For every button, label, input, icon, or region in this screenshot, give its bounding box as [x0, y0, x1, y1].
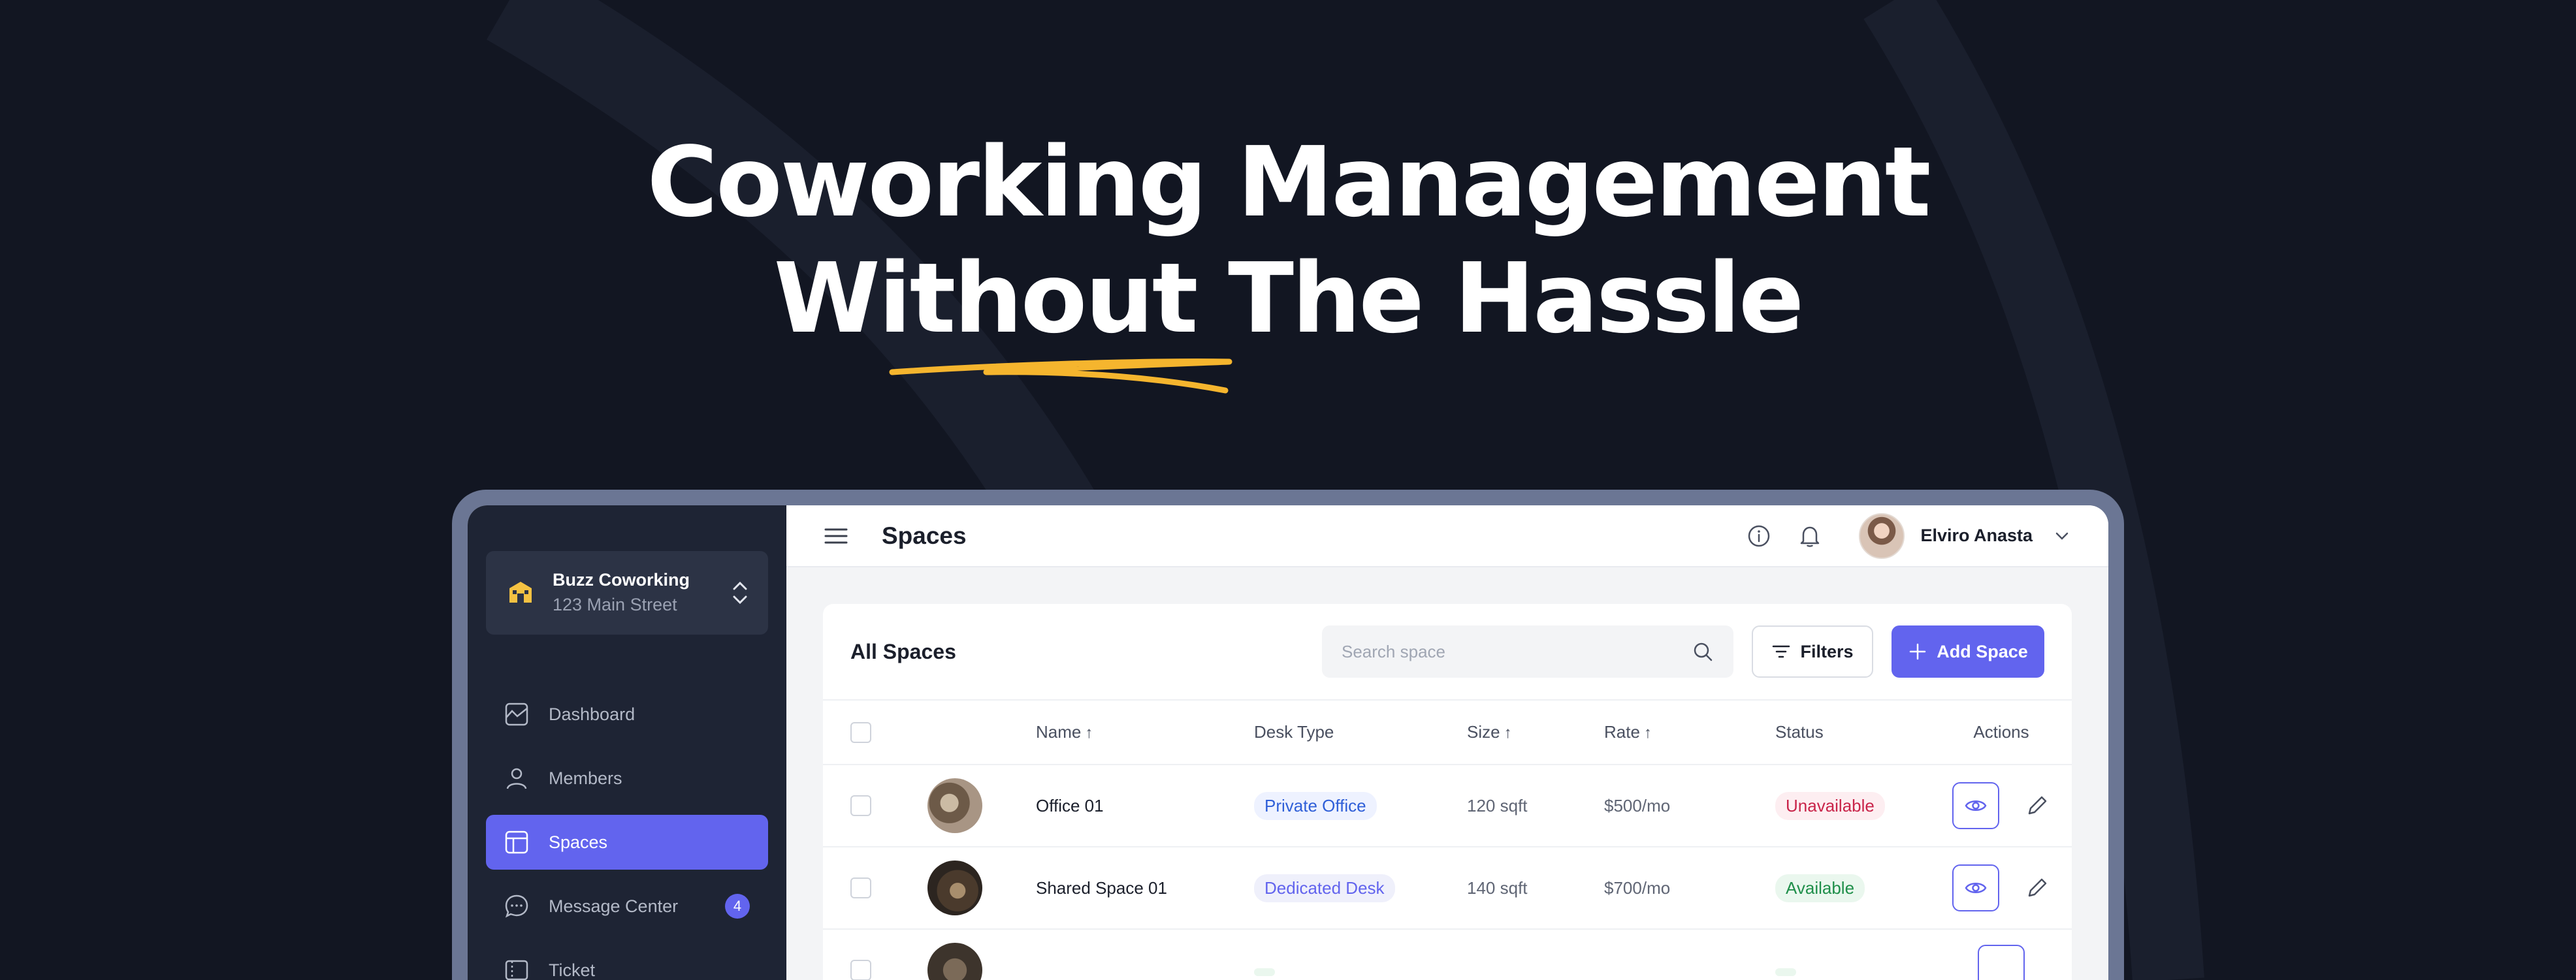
sidebar-nav: Dashboard Members Spaces Message Center … — [486, 687, 768, 980]
top-bar: Spaces Elviro Anasta — [786, 505, 2108, 567]
sidebar-item-label: Message Center — [549, 896, 679, 916]
row-checkbox[interactable] — [850, 877, 871, 898]
column-header-rate[interactable]: Rate ↑ — [1604, 701, 1775, 765]
sort-arrow-up-icon: ↑ — [1085, 724, 1093, 742]
main-panel: Spaces Elviro Anasta All Spaces Search s… — [786, 505, 2108, 980]
sidebar-item-label: Spaces — [549, 832, 608, 852]
sidebar: Buzz Coworking 123 Main Street Dashboard — [468, 505, 786, 980]
menu-icon[interactable] — [823, 523, 849, 549]
view-button[interactable] — [1978, 944, 2025, 980]
sidebar-item-message-center[interactable]: Message Center 4 — [486, 879, 768, 934]
spaces-table: Name ↑ Desk Type Size ↑ Rate ↑ Status Actio… — [823, 701, 2072, 980]
space-thumbnail — [927, 778, 982, 833]
chevron-down-icon[interactable] — [2052, 526, 2072, 546]
pencil-icon[interactable] — [2024, 793, 2050, 819]
chat-icon — [505, 894, 528, 918]
hero-line-2: Without The Hassle — [773, 242, 1805, 355]
hero-underline-stroke — [889, 358, 1232, 394]
app-window: Buzz Coworking 123 Main Street Dashboard — [468, 505, 2108, 980]
unread-badge: 4 — [725, 894, 750, 919]
user-name[interactable]: Elviro Anasta — [1920, 526, 2033, 546]
content-area: All Spaces Filters — [786, 567, 2108, 980]
desk-type-badge: Dedicated Desk — [1254, 874, 1395, 902]
column-header-status: Status — [1775, 701, 1931, 765]
user-icon — [506, 768, 527, 789]
space-size: 120 sqft — [1467, 765, 1604, 847]
status-badge — [1775, 968, 1796, 976]
workspace-address: 123 Main Street — [553, 595, 677, 614]
column-header-desk-type: Desk Type — [1254, 701, 1467, 765]
table-row: Shared Space 01 Dedicated Desk 140 sqft … — [823, 847, 2072, 930]
desk-type-badge — [1254, 968, 1275, 976]
table-row — [823, 929, 2072, 980]
space-size — [1467, 929, 1604, 980]
hero-line-1: Coworking Management — [647, 126, 1931, 238]
sidebar-item-dashboard[interactable]: Dashboard — [486, 687, 768, 742]
space-thumbnail — [927, 861, 982, 915]
sidebar-item-label: Members — [549, 768, 622, 788]
info-icon[interactable] — [1747, 524, 1771, 548]
sidebar-item-label: Dashboard — [549, 704, 636, 724]
view-button[interactable] — [1952, 782, 1999, 829]
spaces-card: All Spaces Filters — [823, 604, 2072, 980]
sidebar-item-label: Ticket — [549, 960, 596, 980]
page-title: Spaces — [882, 522, 967, 549]
plus-icon — [1909, 643, 1926, 660]
desk-type-badge: Private Office — [1254, 791, 1377, 820]
add-space-button[interactable]: Add Space — [1892, 625, 2044, 678]
select-all-checkbox[interactable] — [850, 721, 871, 743]
search-input[interactable] — [1342, 641, 1692, 662]
avatar[interactable] — [1859, 513, 1905, 559]
status-badge: Available — [1775, 874, 1865, 902]
column-header-name[interactable]: Name ↑ — [1036, 701, 1254, 765]
view-button[interactable] — [1952, 864, 1999, 911]
ticket-icon — [505, 960, 528, 980]
filters-label: Filters — [1800, 641, 1854, 661]
chart-icon — [505, 703, 528, 726]
add-space-label: Add Space — [1937, 641, 2028, 661]
space-rate: $500/mo — [1604, 765, 1775, 847]
card-header: All Spaces Filters — [823, 604, 2072, 701]
table-header-row: Name ↑ Desk Type Size ↑ Rate ↑ Status Actio… — [823, 701, 2072, 765]
space-size: 140 sqft — [1467, 847, 1604, 930]
eye-icon — [1965, 800, 1987, 811]
space-name: Shared Space 01 — [1036, 847, 1254, 930]
space-thumbnail — [927, 943, 982, 980]
workspace-name: Buzz Coworking — [553, 570, 690, 590]
table-row: Office 01 Private Office 120 sqft $500/m… — [823, 765, 2072, 847]
row-checkbox[interactable] — [850, 960, 871, 980]
chevron-up-down-icon — [733, 581, 747, 605]
status-badge: Unavailable — [1775, 791, 1885, 820]
filters-button[interactable]: Filters — [1752, 625, 1873, 678]
space-rate — [1604, 929, 1775, 980]
building-logo-icon — [509, 582, 532, 603]
column-header-size[interactable]: Size ↑ — [1467, 701, 1604, 765]
eye-icon — [1965, 883, 1987, 893]
search-icon[interactable] — [1692, 640, 1714, 663]
workspace-switcher[interactable]: Buzz Coworking 123 Main Street — [486, 551, 768, 635]
card-title: All Spaces — [850, 639, 956, 663]
layout-icon — [505, 830, 528, 854]
space-rate: $700/mo — [1604, 847, 1775, 930]
bell-icon[interactable] — [1797, 524, 1822, 548]
filter-icon — [1773, 645, 1790, 658]
hero-headline: Coworking Management Without The Hassle — [0, 124, 2576, 356]
sort-arrow-up-icon: ↑ — [1643, 724, 1652, 742]
row-checkbox[interactable] — [850, 795, 871, 816]
search-box — [1322, 625, 1733, 678]
space-name — [1036, 929, 1254, 980]
sidebar-item-ticket[interactable]: Ticket — [486, 943, 768, 980]
device-frame: Buzz Coworking 123 Main Street Dashboard — [452, 490, 2124, 980]
space-name: Office 01 — [1036, 765, 1254, 847]
pencil-icon[interactable] — [2024, 875, 2050, 901]
column-header-actions: Actions — [1931, 701, 2072, 765]
sidebar-item-members[interactable]: Members — [486, 751, 768, 806]
sort-arrow-up-icon: ↑ — [1504, 724, 1512, 742]
sidebar-item-spaces[interactable]: Spaces — [486, 815, 768, 870]
